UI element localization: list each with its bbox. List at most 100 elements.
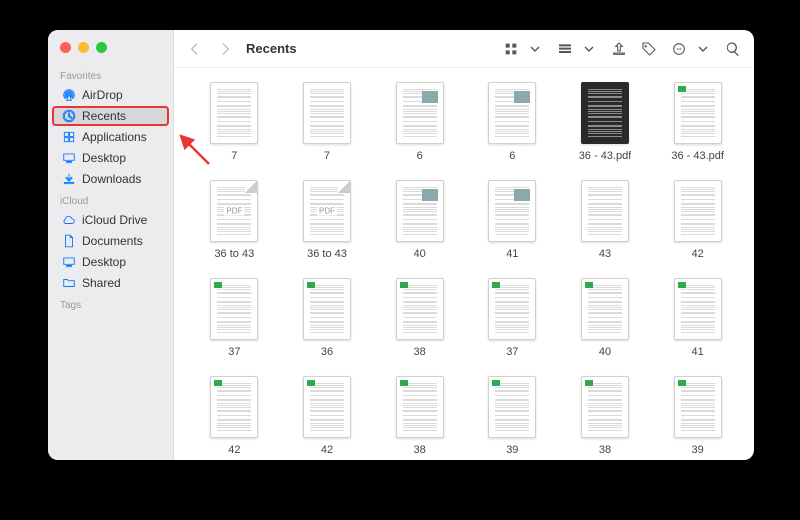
tags-button[interactable]	[638, 38, 660, 60]
file-item[interactable]: 38	[373, 376, 466, 460]
view-switcher[interactable]	[500, 38, 546, 60]
file-name: 43	[599, 248, 611, 260]
file-name: 41	[506, 248, 518, 260]
group-by-button[interactable]	[554, 38, 600, 60]
file-name: 40	[414, 248, 426, 260]
file-thumbnail	[581, 376, 629, 438]
file-item[interactable]: 39	[466, 376, 559, 460]
file-name: 36 - 43.pdf	[579, 150, 632, 162]
file-thumbnail	[210, 278, 258, 340]
file-name: 36 to 43	[214, 248, 254, 260]
desktop-icon	[62, 255, 76, 269]
sidebar-item-label: AirDrop	[82, 88, 123, 102]
sidebar-item-label: Applications	[82, 130, 147, 144]
zoom-icon[interactable]	[96, 42, 107, 53]
file-item[interactable]: PDF 36 to 43	[188, 180, 281, 274]
sidebar-item-recents[interactable]: Recents	[52, 106, 169, 126]
back-button[interactable]	[184, 38, 206, 60]
file-item[interactable]: 40	[373, 180, 466, 274]
file-name: 6	[417, 150, 423, 162]
sidebar-section-title: Favorites	[48, 65, 173, 84]
file-name: 39	[692, 444, 704, 456]
file-thumbnail	[581, 180, 629, 242]
file-thumbnail	[674, 82, 722, 144]
toolbar: Recents	[174, 30, 754, 68]
file-item[interactable]: 36 - 43.pdf	[559, 82, 652, 176]
sidebar-item-shared[interactable]: Shared	[52, 273, 169, 293]
doc-icon	[62, 234, 76, 248]
sidebar-item-desktop[interactable]: Desktop	[52, 148, 169, 168]
sidebar-item-label: Desktop	[82, 255, 126, 269]
file-thumbnail	[396, 82, 444, 144]
sidebar-item-applications[interactable]: Applications	[52, 127, 169, 147]
file-item[interactable]: 6	[373, 82, 466, 176]
file-name: 38	[414, 444, 426, 456]
file-name: 38	[414, 346, 426, 358]
file-item[interactable]: PDF 36 to 43	[281, 180, 374, 274]
pdf-badge: PDF	[317, 207, 337, 216]
file-name: 36 to 43	[307, 248, 347, 260]
file-item[interactable]: 42	[188, 376, 281, 460]
file-item[interactable]: 7	[281, 82, 374, 176]
sidebar-item-label: Recents	[82, 109, 126, 123]
file-name: 39	[506, 444, 518, 456]
file-item[interactable]: 43	[559, 180, 652, 274]
sidebar-item-downloads[interactable]: Downloads	[52, 169, 169, 189]
file-item[interactable]: 38	[559, 376, 652, 460]
file-item[interactable]: 36 - 43.pdf	[651, 82, 744, 176]
file-thumbnail	[303, 278, 351, 340]
file-thumbnail	[488, 82, 536, 144]
file-name: 41	[692, 346, 704, 358]
file-thumbnail: PDF	[303, 180, 351, 242]
folder-icon	[62, 276, 76, 290]
sidebar-item-airdrop[interactable]: AirDrop	[52, 85, 169, 105]
sidebar-item-label: iCloud Drive	[82, 213, 147, 227]
close-icon[interactable]	[60, 42, 71, 53]
sidebar-item-label: Documents	[82, 234, 143, 248]
file-thumbnail	[581, 278, 629, 340]
file-grid: 776636 - 43.pdf36 - 43.pdfPDF36 to 43PDF…	[174, 68, 754, 460]
file-thumbnail	[210, 376, 258, 438]
file-thumbnail	[303, 82, 351, 144]
file-item[interactable]: 6	[466, 82, 559, 176]
file-item[interactable]: 40	[559, 278, 652, 372]
sidebar-item-icloud-drive[interactable]: iCloud Drive	[52, 210, 169, 230]
file-item[interactable]: 42	[281, 376, 374, 460]
file-thumbnail	[210, 82, 258, 144]
file-item[interactable]: 38	[373, 278, 466, 372]
file-name: 37	[506, 346, 518, 358]
file-thumbnail	[396, 180, 444, 242]
file-name: 38	[599, 444, 611, 456]
file-item[interactable]: 37	[466, 278, 559, 372]
sidebar-item-documents[interactable]: Documents	[52, 231, 169, 251]
file-thumbnail	[488, 376, 536, 438]
file-thumbnail	[396, 278, 444, 340]
file-thumbnail: PDF	[210, 180, 258, 242]
window-controls	[48, 38, 173, 65]
file-name: 42	[228, 444, 240, 456]
finder-window: Favorites AirDrop Recents Applications Deskt…	[48, 30, 754, 460]
file-name: 42	[692, 248, 704, 260]
file-thumbnail	[674, 376, 722, 438]
sidebar-item-label: Desktop	[82, 151, 126, 165]
main-pane: Recents 776636 - 4	[174, 30, 754, 460]
file-item[interactable]: 41	[466, 180, 559, 274]
file-item[interactable]: 41	[651, 278, 744, 372]
file-item[interactable]: 36	[281, 278, 374, 372]
more-button[interactable]	[668, 38, 714, 60]
minimize-icon[interactable]	[78, 42, 89, 53]
file-item[interactable]: 42	[651, 180, 744, 274]
airdrop-icon	[62, 88, 76, 102]
sidebar: Favorites AirDrop Recents Applications Deskt…	[48, 30, 174, 460]
file-item[interactable]: 7	[188, 82, 281, 176]
file-thumbnail	[674, 278, 722, 340]
sidebar-section-title: Tags	[48, 294, 173, 313]
sidebar-item-desktop[interactable]: Desktop	[52, 252, 169, 272]
file-item[interactable]: 39	[651, 376, 744, 460]
share-button[interactable]	[608, 38, 630, 60]
file-item[interactable]: 37	[188, 278, 281, 372]
search-button[interactable]	[722, 38, 744, 60]
forward-button[interactable]	[214, 38, 236, 60]
file-thumbnail	[488, 180, 536, 242]
file-name: 36 - 43.pdf	[671, 150, 724, 162]
